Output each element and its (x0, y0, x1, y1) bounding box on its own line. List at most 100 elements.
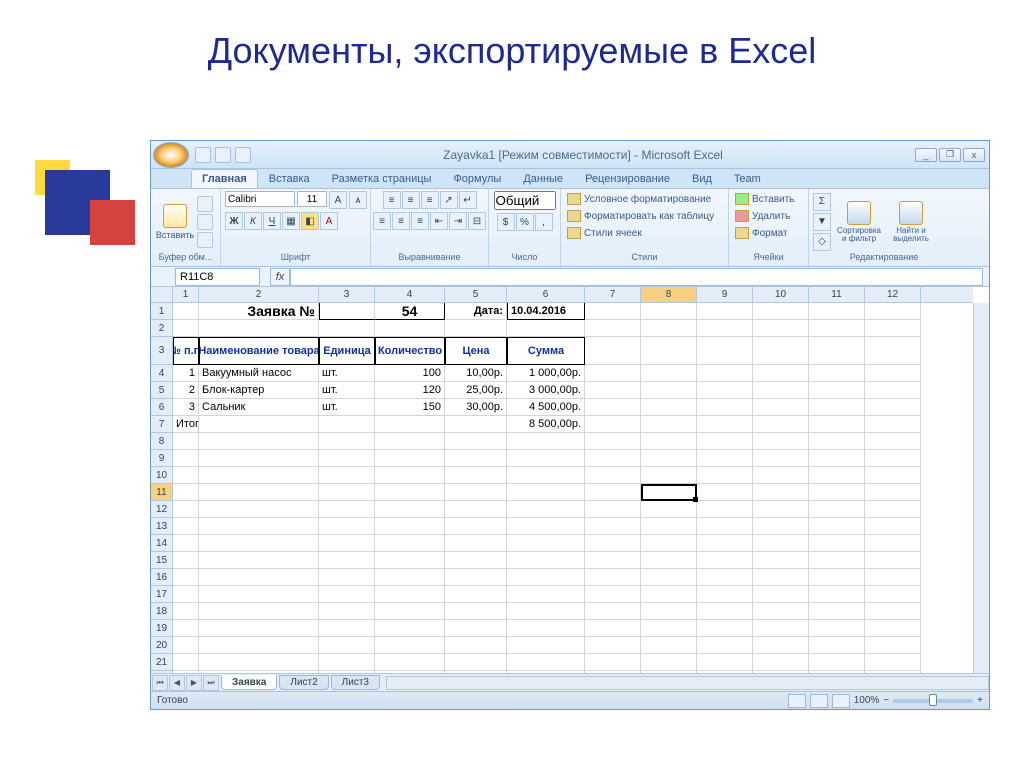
cell-r1c5[interactable]: Дата: (445, 303, 507, 320)
cell-r18c2[interactable] (199, 603, 319, 620)
cell-r4c3[interactable]: шт. (319, 365, 375, 382)
cell-r9c1[interactable] (173, 450, 199, 467)
tab-formulas[interactable]: Формулы (442, 169, 512, 188)
cell-r22c5[interactable] (445, 671, 507, 673)
cell-r21c4[interactable] (375, 654, 445, 671)
cell-r8c7[interactable] (585, 433, 641, 450)
row-header-2[interactable]: 2 (151, 320, 172, 337)
cell-r1c2[interactable]: Заявка № (199, 303, 319, 320)
cell-r11c10[interactable] (753, 484, 809, 501)
cell-r22c8[interactable] (641, 671, 697, 673)
cell-r13c3[interactable] (319, 518, 375, 535)
cell-r16c11[interactable] (809, 569, 865, 586)
cell-r1c11[interactable] (809, 303, 865, 320)
cell-r10c4[interactable] (375, 467, 445, 484)
cell-r19c9[interactable] (697, 620, 753, 637)
tab-data[interactable]: Данные (512, 169, 574, 188)
office-button[interactable] (153, 142, 189, 168)
orientation-icon[interactable]: ↗ (440, 191, 458, 209)
row-header-16[interactable]: 16 (151, 569, 172, 586)
tab-layout[interactable]: Разметка страницы (321, 169, 443, 188)
cell-r7c3[interactable] (319, 416, 375, 433)
cell-r20c5[interactable] (445, 637, 507, 654)
cell-r6c3[interactable]: шт. (319, 399, 375, 416)
find-select-button[interactable]: Найти и выделить (887, 194, 935, 250)
cell-r7c4[interactable] (375, 416, 445, 433)
row-header-3[interactable]: 3 (151, 337, 172, 365)
cell-r11c2[interactable] (199, 484, 319, 501)
cell-r7c7[interactable] (585, 416, 641, 433)
cell-r5c2[interactable]: Блок-картер (199, 382, 319, 399)
cell-r16c1[interactable] (173, 569, 199, 586)
cell-r20c2[interactable] (199, 637, 319, 654)
cell-r3c5[interactable]: Цена (445, 337, 507, 365)
cell-r21c9[interactable] (697, 654, 753, 671)
cell-r22c1[interactable] (173, 671, 199, 673)
underline-button[interactable]: Ч (263, 212, 281, 230)
cell-r2c9[interactable] (697, 320, 753, 337)
cell-r21c1[interactable] (173, 654, 199, 671)
cell-r19c5[interactable] (445, 620, 507, 637)
cell-r13c5[interactable] (445, 518, 507, 535)
cell-r10c7[interactable] (585, 467, 641, 484)
cell-r6c6[interactable]: 4 500,00р. (507, 399, 585, 416)
autosum-icon[interactable]: Σ (813, 193, 831, 211)
cell-r21c3[interactable] (319, 654, 375, 671)
cell-r12c5[interactable] (445, 501, 507, 518)
row-header-13[interactable]: 13 (151, 518, 172, 535)
cell-r21c2[interactable] (199, 654, 319, 671)
cell-r11c3[interactable] (319, 484, 375, 501)
row-header-18[interactable]: 18 (151, 603, 172, 620)
cell-r6c8[interactable] (641, 399, 697, 416)
cell-r19c7[interactable] (585, 620, 641, 637)
align-top-icon[interactable]: ≡ (383, 191, 401, 209)
col-header-12[interactable]: 12 (865, 287, 921, 302)
col-header-1[interactable]: 1 (173, 287, 199, 302)
name-box[interactable]: R11C8 (175, 268, 260, 286)
cell-r18c11[interactable] (809, 603, 865, 620)
cell-r21c6[interactable] (507, 654, 585, 671)
cell-r16c9[interactable] (697, 569, 753, 586)
cell-r21c5[interactable] (445, 654, 507, 671)
cell-r8c10[interactable] (753, 433, 809, 450)
format-painter-icon[interactable] (197, 232, 213, 248)
bold-button[interactable]: Ж (225, 212, 243, 230)
row-header-1[interactable]: 1 (151, 303, 172, 320)
cell-r21c11[interactable] (809, 654, 865, 671)
cell-r11c4[interactable] (375, 484, 445, 501)
cell-r3c6[interactable]: Сумма (507, 337, 585, 365)
cell-r9c7[interactable] (585, 450, 641, 467)
cell-r17c6[interactable] (507, 586, 585, 603)
cell-r1c10[interactable] (753, 303, 809, 320)
row-header-15[interactable]: 15 (151, 552, 172, 569)
tab-team[interactable]: Team (723, 169, 772, 188)
cell-r21c10[interactable] (753, 654, 809, 671)
cell-r15c6[interactable] (507, 552, 585, 569)
cell-r7c12[interactable] (865, 416, 921, 433)
cell-r10c10[interactable] (753, 467, 809, 484)
cell-r11c1[interactable] (173, 484, 199, 501)
cell-r10c2[interactable] (199, 467, 319, 484)
cell-r2c11[interactable] (809, 320, 865, 337)
cell-r3c1[interactable]: № п.п. (173, 337, 199, 365)
cell-r15c8[interactable] (641, 552, 697, 569)
cell-r1c1[interactable] (173, 303, 199, 320)
cell-r5c3[interactable]: шт. (319, 382, 375, 399)
row-header-22[interactable]: 22 (151, 671, 172, 673)
cell-r12c2[interactable] (199, 501, 319, 518)
cell-r7c6[interactable]: 8 500,00р. (507, 416, 585, 433)
cell-r10c8[interactable] (641, 467, 697, 484)
cell-r20c12[interactable] (865, 637, 921, 654)
cell-r7c8[interactable] (641, 416, 697, 433)
cell-r1c4[interactable]: 54 (375, 303, 445, 320)
cell-r6c11[interactable] (809, 399, 865, 416)
col-header-4[interactable]: 4 (375, 287, 445, 302)
cell-r1c12[interactable] (865, 303, 921, 320)
number-format-select[interactable] (494, 191, 556, 210)
minimize-button[interactable]: _ (915, 148, 937, 162)
cell-r12c12[interactable] (865, 501, 921, 518)
align-right-icon[interactable]: ≡ (411, 212, 429, 230)
cell-r1c8[interactable] (641, 303, 697, 320)
row-header-11[interactable]: 11 (151, 484, 172, 501)
cell-r21c8[interactable] (641, 654, 697, 671)
